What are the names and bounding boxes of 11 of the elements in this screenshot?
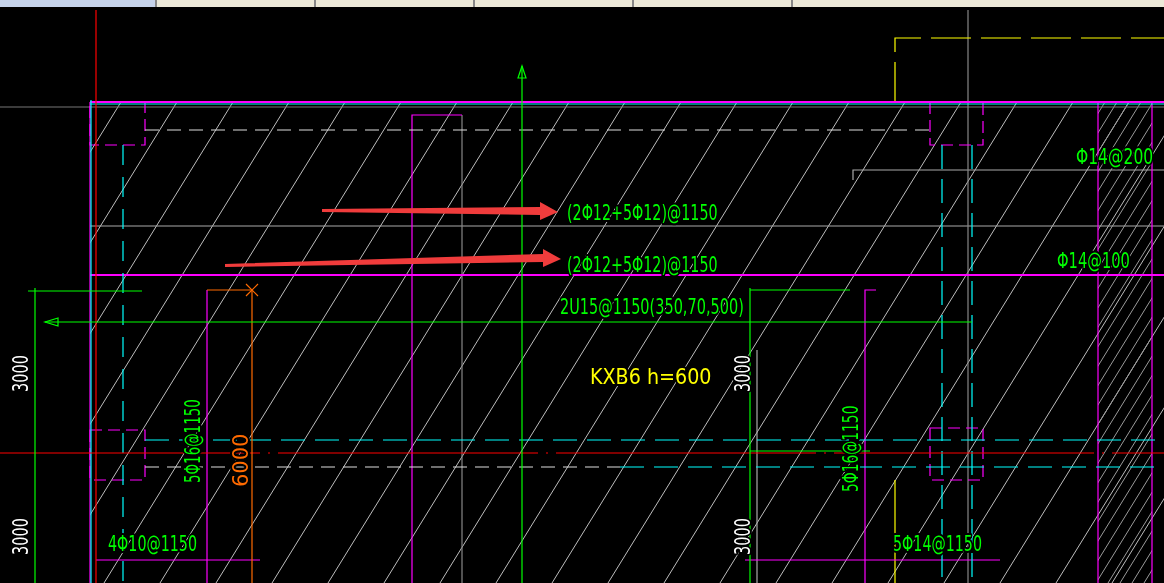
length-label: 6000 [229, 433, 253, 487]
rebar-label: 2U15@1150(350,70,500) [560, 294, 744, 319]
rebar-label: (2Φ12+5Φ12)@1150 [567, 200, 718, 225]
dimension-text: 3000 [730, 355, 755, 392]
slab-label: KXB6 h=600 [590, 364, 712, 390]
dimension-text: 3000 [8, 355, 33, 392]
dimension-text: 3000 [730, 518, 755, 555]
rebar-label: 5Φ16@1150 [837, 405, 863, 492]
dimension-text: 3000 [8, 518, 33, 555]
rebar-label: 5Φ16@1150 [180, 399, 205, 483]
rebar-label: (2Φ12+5Φ12)@1150 [567, 252, 718, 277]
